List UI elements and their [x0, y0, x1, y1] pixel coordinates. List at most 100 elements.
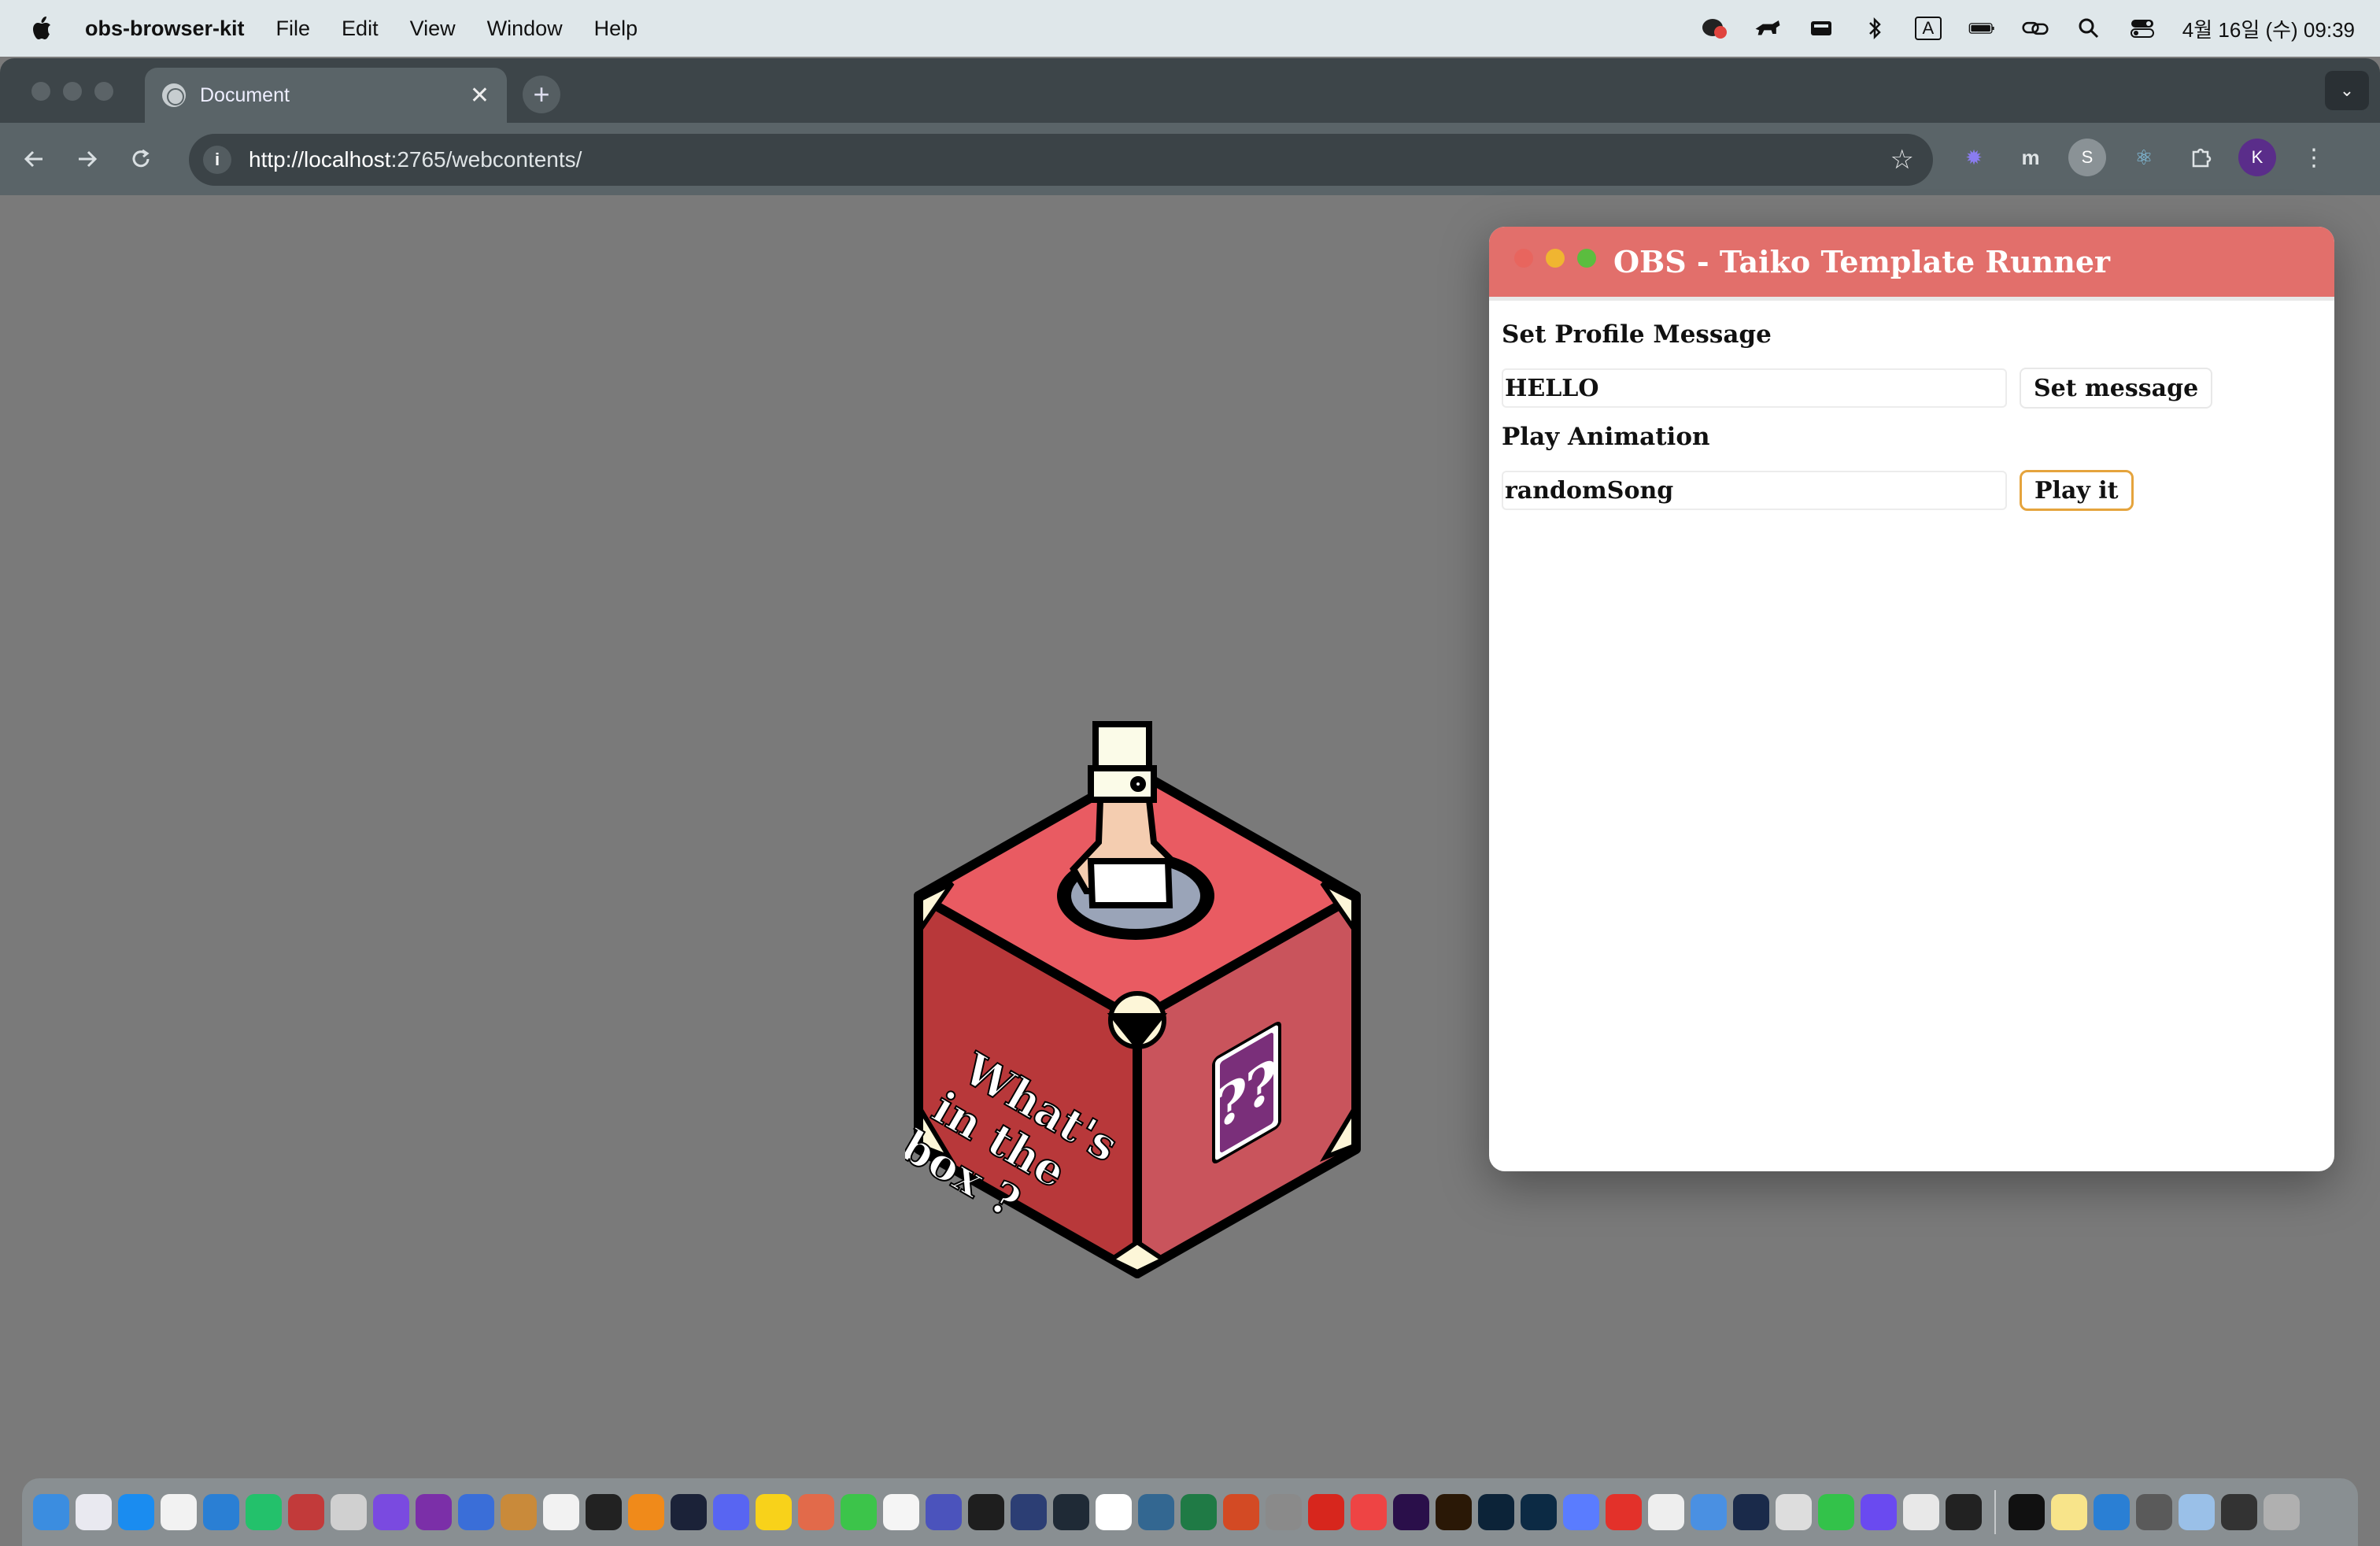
kakaotalk-icon[interactable] [756, 1494, 792, 1530]
appstore-icon[interactable] [118, 1494, 154, 1530]
menu-view[interactable]: View [410, 17, 456, 41]
preview-icon[interactable] [1903, 1494, 1939, 1530]
chatgpt-icon[interactable] [543, 1494, 579, 1530]
downloads-icon[interactable] [2179, 1494, 2215, 1530]
lightroom-icon[interactable] [1478, 1494, 1514, 1530]
reload-button[interactable] [121, 139, 161, 179]
menu-window[interactable]: Window [487, 17, 563, 41]
menu-help[interactable]: Help [594, 17, 638, 41]
app-name-menu[interactable]: obs-browser-kit [85, 17, 245, 41]
vscode-icon[interactable] [203, 1494, 239, 1530]
messages-icon[interactable] [841, 1494, 877, 1530]
capcut-icon[interactable] [1733, 1494, 1769, 1530]
postgres-icon[interactable] [1138, 1494, 1174, 1530]
cat-icon[interactable] [1754, 17, 1781, 40]
finder-icon[interactable] [33, 1494, 69, 1530]
obs-icon[interactable] [1053, 1494, 1089, 1530]
shield-icon[interactable] [1691, 1494, 1727, 1530]
tab-search-chevron-icon[interactable]: ⌄ [2325, 71, 2369, 110]
s-extension-icon[interactable]: S [2068, 139, 2106, 176]
url-text[interactable]: http://localhost:2765/webcontents/ [249, 147, 1890, 172]
launchpad-icon[interactable] [76, 1494, 112, 1530]
tab-document[interactable]: Document ✕ [145, 68, 507, 123]
airmail-icon[interactable] [671, 1494, 707, 1530]
trash-icon[interactable] [2264, 1494, 2300, 1530]
window-minimize-button[interactable] [63, 82, 82, 101]
bear-icon[interactable] [1776, 1494, 1812, 1530]
claude-icon[interactable] [798, 1494, 834, 1530]
premiere-icon[interactable] [1393, 1494, 1429, 1530]
discord-icon[interactable] [713, 1494, 749, 1530]
notion-icon[interactable] [883, 1494, 919, 1530]
obsidian-icon[interactable] [373, 1494, 409, 1530]
panel-close-button[interactable] [1514, 249, 1533, 268]
address-bar[interactable]: i http://localhost:2765/webcontents/ ☆ [189, 134, 1933, 186]
menu-file[interactable]: File [276, 17, 311, 41]
powerpoint-icon[interactable] [1223, 1494, 1259, 1530]
puzzle-extensions-icon[interactable] [2182, 139, 2219, 176]
dbeaver-icon[interactable] [501, 1494, 537, 1530]
spotlight-search-icon[interactable] [2075, 17, 2102, 40]
acrobat-icon[interactable] [1308, 1494, 1344, 1530]
screen2-icon[interactable] [2221, 1494, 2257, 1530]
display-icon[interactable] [1808, 17, 1835, 40]
sublime-icon[interactable] [628, 1494, 664, 1530]
panel-minimize-button[interactable] [1546, 249, 1565, 268]
settings-icon[interactable] [1266, 1494, 1302, 1530]
messenger-icon[interactable] [1563, 1494, 1599, 1530]
mail-icon[interactable] [1351, 1494, 1387, 1530]
forward-button[interactable] [68, 139, 107, 179]
bookmark-star-icon[interactable]: ☆ [1890, 144, 1914, 176]
set-message-button[interactable]: Set message [2020, 368, 2213, 409]
panel-maximize-button[interactable] [1577, 249, 1596, 268]
gear-extension-icon[interactable]: ✹ [1955, 139, 1993, 176]
window-zoom-button[interactable] [94, 82, 113, 101]
input-source-icon[interactable]: A [1914, 17, 1942, 40]
react-devtools-icon[interactable]: ⚛ [2125, 139, 2163, 176]
battery-icon[interactable] [1968, 17, 1995, 40]
screen-icon[interactable] [1011, 1494, 1047, 1530]
imovie-icon[interactable] [1861, 1494, 1897, 1530]
youtube-icon[interactable] [1606, 1494, 1642, 1530]
profile-avatar[interactable]: K [2238, 139, 2276, 176]
photoshop-icon[interactable] [1521, 1494, 1557, 1530]
database-icon[interactable] [331, 1494, 367, 1530]
menu-edit[interactable]: Edit [342, 17, 379, 41]
safari-icon[interactable] [2136, 1494, 2172, 1530]
clapper-icon[interactable] [1946, 1494, 1982, 1530]
vscode2-icon[interactable] [2094, 1494, 2130, 1530]
teams-icon[interactable] [926, 1494, 962, 1530]
site-info-icon[interactable]: i [203, 146, 231, 174]
menu-clock[interactable]: 4월 16일 (수) 09:39 [2182, 14, 2355, 43]
new-tab-button[interactable]: + [523, 76, 560, 113]
iterm-icon[interactable] [2009, 1494, 2045, 1530]
files-icon[interactable] [458, 1494, 494, 1530]
apple-icon[interactable] [31, 16, 54, 41]
chrome-icon[interactable] [161, 1494, 197, 1530]
calendar-icon[interactable] [1096, 1494, 1132, 1530]
bluetooth-icon[interactable] [1861, 17, 1888, 40]
profile-message-input[interactable] [1502, 368, 2007, 408]
chat-status-icon[interactable] [1701, 17, 1728, 40]
window-controls [31, 82, 113, 101]
bookmark-extension-icon[interactable]: m [2012, 139, 2049, 176]
textedit-icon[interactable] [1648, 1494, 1684, 1530]
onenote-icon[interactable] [416, 1494, 452, 1530]
animation-name-input[interactable] [1502, 471, 2007, 510]
terminal-icon[interactable] [586, 1494, 622, 1530]
pycharm-icon[interactable] [246, 1494, 282, 1530]
tab-close-icon[interactable]: ✕ [470, 82, 490, 109]
line-icon[interactable] [1818, 1494, 1854, 1530]
menu-bar: obs-browser-kit File Edit View Window He… [0, 0, 2380, 57]
excel-icon[interactable] [1181, 1494, 1217, 1530]
kebab-menu-icon[interactable]: ⋮ [2295, 139, 2333, 176]
play-it-button[interactable]: Play it [2020, 470, 2134, 511]
rider-icon[interactable] [288, 1494, 324, 1530]
figma-icon[interactable] [968, 1494, 1004, 1530]
back-button[interactable] [14, 139, 54, 179]
illustrator-icon[interactable] [1436, 1494, 1472, 1530]
link-icon[interactable] [2022, 17, 2049, 40]
window-close-button[interactable] [31, 82, 50, 101]
control-center-icon[interactable] [2129, 17, 2156, 40]
notes-icon[interactable] [2051, 1494, 2087, 1530]
